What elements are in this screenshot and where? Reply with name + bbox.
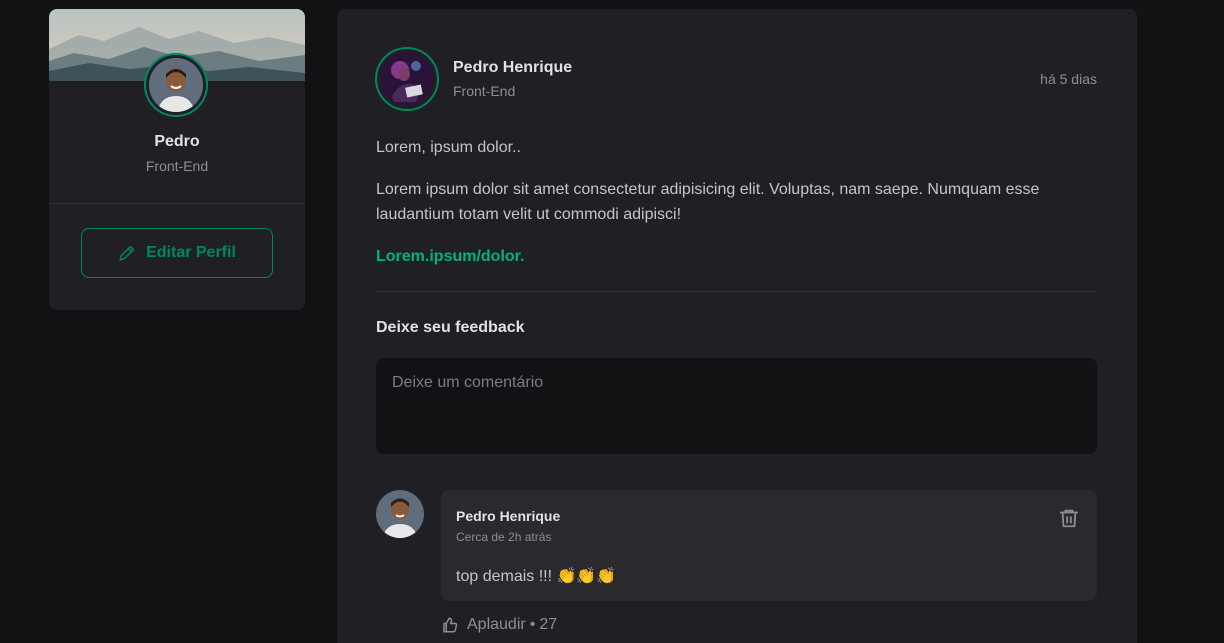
comment-author-name[interactable]: Pedro Henrique (456, 508, 560, 524)
edit-profile-label: Editar Perfil (146, 244, 236, 261)
post-timestamp: há 5 dias (1040, 71, 1097, 87)
divider (376, 291, 1096, 292)
trash-icon[interactable] (1058, 507, 1080, 529)
post-link[interactable]: Lorem.ipsum/dolor. (376, 248, 524, 265)
applaud-label: Aplaudir (467, 616, 526, 633)
avatar[interactable] (144, 53, 208, 117)
feedback-title: Deixe seu feedback (376, 319, 525, 336)
comment-author-avatar[interactable] (376, 490, 424, 538)
comment-input[interactable] (376, 358, 1097, 454)
comment-text: top demais !!! 👏👏👏 (456, 568, 617, 585)
edit-profile-button[interactable]: Editar Perfil (81, 228, 273, 278)
post-author-role: Front-End (453, 83, 516, 99)
applaud-count: 27 (539, 616, 558, 633)
divider (49, 203, 305, 204)
post-author-avatar[interactable] (375, 47, 439, 111)
comment-timestamp: Cerca de 2h atrás (456, 530, 552, 544)
applaud-button[interactable]: Aplaudir • 27 (441, 616, 557, 634)
post-card: Pedro Henrique Front-End há 5 dias Lorem… (337, 9, 1137, 643)
post-author-name[interactable]: Pedro Henrique (453, 59, 572, 77)
post-paragraph: Lorem ipsum dolor sit amet consectetur a… (376, 181, 1040, 223)
comment-card: Pedro Henrique Cerca de 2h atrás top dem… (441, 490, 1097, 601)
applaud-separator: • (529, 616, 536, 633)
thumbs-up-icon (443, 617, 458, 633)
profile-sidebar: Pedro Front-End Editar Perfil (49, 9, 305, 310)
profile-role: Front-End (145, 158, 209, 174)
post-paragraph: Lorem, ipsum dolor.. (376, 139, 521, 156)
pencil-icon (119, 245, 135, 261)
post-content: Lorem, ipsum dolor.. Lorem ipsum dolor s… (376, 135, 1096, 286)
profile-name: Pedro (154, 133, 200, 150)
